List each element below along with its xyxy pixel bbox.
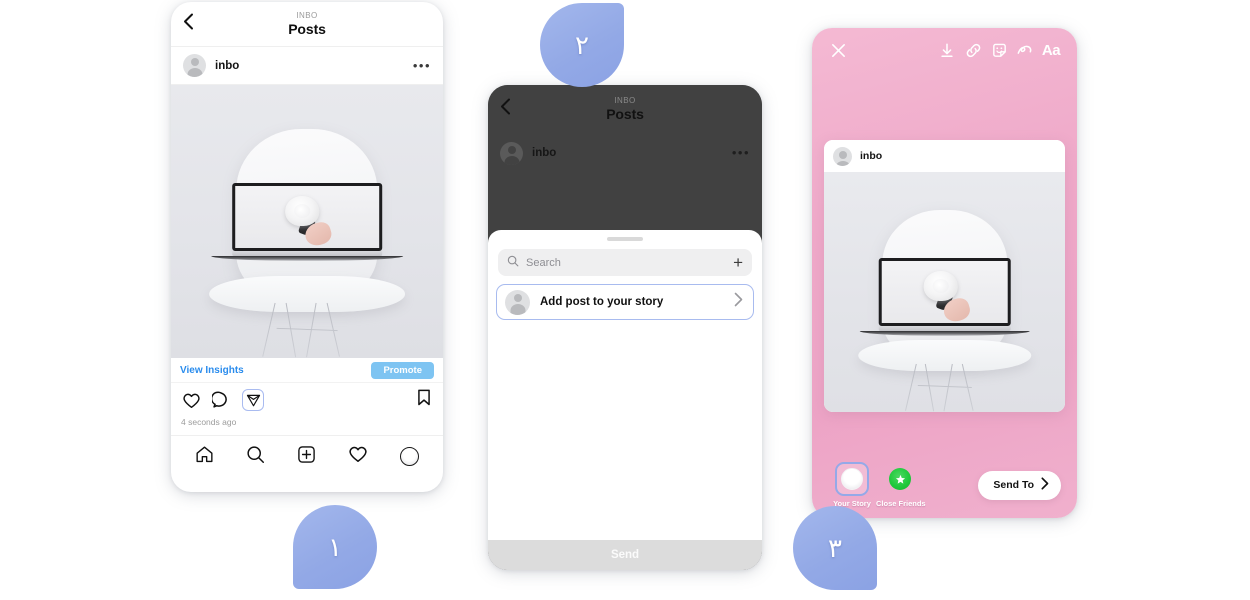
post-timestamp: 4 seconds ago xyxy=(181,417,237,427)
search-placeholder: Search xyxy=(526,256,561,269)
post-author-row[interactable]: inbo ••• xyxy=(171,47,443,85)
phone-screen-3-story-composer: Aa inbo Your Story Close Friends Send To xyxy=(812,28,1077,518)
recipients-list-empty xyxy=(488,320,762,540)
heart-icon[interactable] xyxy=(348,445,368,468)
step-badge-2: ٢ xyxy=(540,3,624,87)
avatar-icon xyxy=(833,146,852,166)
nav-bar: INBO Posts xyxy=(488,85,762,133)
chair-legs-shape xyxy=(253,303,362,358)
destination-your-story[interactable]: Your Story xyxy=(828,462,876,508)
close-friends-badge xyxy=(889,468,911,490)
avatar-icon xyxy=(505,289,530,315)
drag-handle-icon[interactable] xyxy=(607,237,643,241)
post-author-row: inbo ••• xyxy=(488,133,762,173)
comment-bubble-icon[interactable] xyxy=(210,389,232,411)
laptop-base xyxy=(211,256,403,262)
laptop-shape xyxy=(859,258,1030,337)
story-post-card[interactable]: inbo xyxy=(824,140,1065,412)
search-icon[interactable] xyxy=(246,445,265,469)
download-icon[interactable] xyxy=(934,42,960,59)
laptop-screen xyxy=(232,183,382,252)
post-actions-bar xyxy=(171,383,443,417)
page-title: Posts xyxy=(288,21,326,37)
promote-button[interactable]: Promote xyxy=(371,361,434,379)
dots-horizontal-icon: ••• xyxy=(731,145,750,160)
send-button-label: Send xyxy=(610,549,640,561)
insights-row: View Insights Promote xyxy=(171,358,443,383)
bottom-tab-bar xyxy=(171,435,443,477)
destination-close-friends[interactable]: Close Friends xyxy=(876,462,926,508)
plus-square-icon[interactable] xyxy=(297,445,316,469)
nav-subtitle: INBO xyxy=(614,96,636,105)
story-toolbar: Aa xyxy=(812,28,1077,72)
destination-label: Close Friends xyxy=(876,499,926,508)
close-friends-star-icon xyxy=(883,462,917,496)
username-label: inbo xyxy=(860,150,883,162)
bookmark-icon[interactable] xyxy=(417,389,431,412)
profile-avatar-icon[interactable] xyxy=(400,447,419,466)
username-label: inbo xyxy=(215,59,240,72)
step-badge-3: ٣ xyxy=(793,506,877,590)
your-story-icon xyxy=(835,462,869,496)
paper-plane-icon[interactable] xyxy=(242,389,264,411)
phone-screen-1-post-view: INBO Posts inbo ••• View Insights Promot… xyxy=(171,2,443,492)
sticker-icon[interactable] xyxy=(986,42,1012,59)
step-numeral: ٢ xyxy=(575,29,589,60)
laptop-screen xyxy=(878,258,1011,327)
heart-icon[interactable] xyxy=(180,389,202,411)
search-input[interactable]: Search + xyxy=(498,249,752,276)
avatar-icon xyxy=(500,141,523,165)
nav-titles: INBO Posts xyxy=(171,11,443,37)
step-numeral: ١ xyxy=(328,531,342,562)
chevron-left-icon[interactable] xyxy=(500,98,511,121)
chevron-left-icon[interactable] xyxy=(183,13,194,36)
screenshot-canvas: INBO Posts inbo ••• View Insights Promot… xyxy=(0,0,1250,600)
your-story-avatar xyxy=(841,468,863,490)
nav-subtitle: INBO xyxy=(296,11,318,20)
rose-shape xyxy=(923,271,958,302)
add-post-to-story-label: Add post to your story xyxy=(540,296,664,308)
text-icon[interactable]: Aa xyxy=(1038,42,1064,59)
draw-icon[interactable] xyxy=(1012,42,1038,58)
phone-screen-2-share-sheet: INBO Posts inbo ••• Search + Add post to… xyxy=(488,85,762,570)
chair-legs-shape xyxy=(896,363,992,412)
share-bottom-sheet: Search + Add post to your story Send xyxy=(488,230,762,570)
chevron-right-icon xyxy=(734,292,743,312)
home-icon[interactable] xyxy=(195,445,214,469)
post-photo[interactable] xyxy=(171,85,443,358)
rose-shape xyxy=(285,196,320,227)
add-post-to-story-option[interactable]: Add post to your story xyxy=(496,284,754,320)
avatar-icon[interactable] xyxy=(183,54,206,77)
send-to-label: Send To xyxy=(993,479,1034,491)
step-badge-1: ١ xyxy=(293,505,377,589)
username-label: inbo xyxy=(532,147,557,159)
story-destination-bar: Your Story Close Friends Send To xyxy=(812,462,1077,508)
nav-bar: INBO Posts xyxy=(171,2,443,47)
search-icon xyxy=(507,254,519,272)
send-button[interactable]: Send xyxy=(488,540,762,570)
step-numeral: ٣ xyxy=(828,532,842,563)
plus-icon[interactable]: + xyxy=(733,254,743,271)
laptop-shape xyxy=(211,183,403,262)
laptop-base xyxy=(859,331,1030,337)
send-to-button[interactable]: Send To xyxy=(978,470,1061,500)
view-insights-link[interactable]: View Insights xyxy=(180,365,244,376)
dots-horizontal-icon[interactable]: ••• xyxy=(413,59,431,72)
page-title: Posts xyxy=(606,106,644,122)
story-card-author-row: inbo xyxy=(824,140,1065,172)
link-icon[interactable] xyxy=(960,42,986,59)
story-card-photo xyxy=(824,172,1065,412)
chevron-right-icon xyxy=(1041,477,1049,493)
nav-titles: INBO Posts xyxy=(488,96,762,122)
close-icon[interactable] xyxy=(825,42,851,59)
